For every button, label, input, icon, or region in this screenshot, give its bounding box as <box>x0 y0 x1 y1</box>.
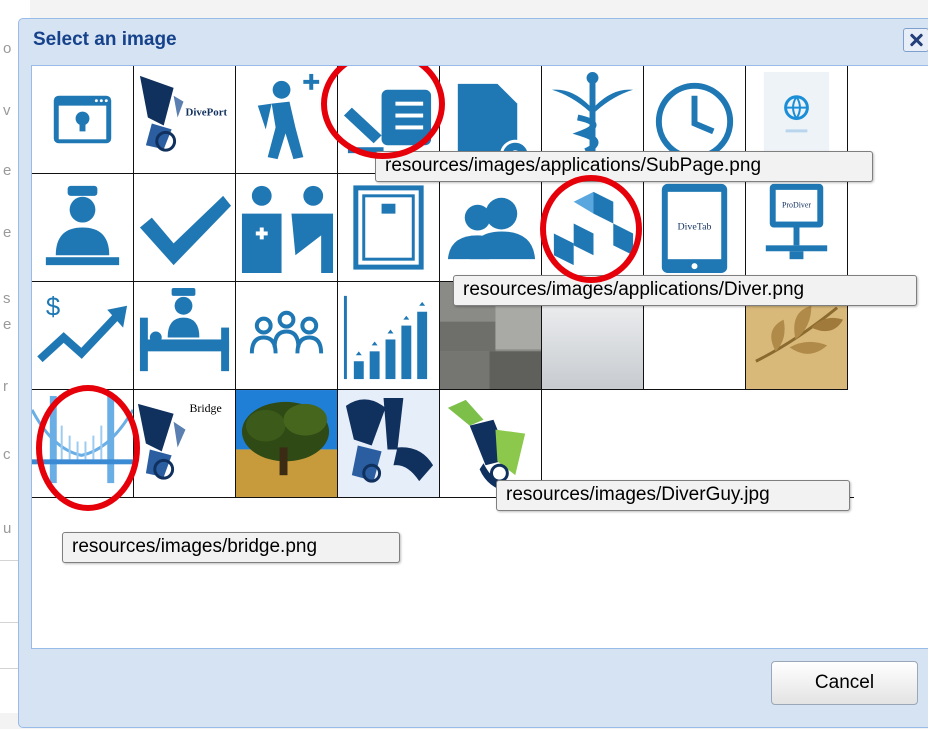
cancel-button[interactable]: Cancel <box>771 661 918 705</box>
doctor-patient-icon <box>241 185 334 274</box>
tree-icon <box>236 390 337 497</box>
image-cell-doctor-patient[interactable] <box>236 174 338 282</box>
image-cell-web-page[interactable] <box>32 66 134 174</box>
image-cell-device-panel[interactable] <box>338 174 440 282</box>
image-cell-bridge[interactable] <box>32 390 134 498</box>
svg-text:$: $ <box>46 294 60 322</box>
image-cell-prodiver[interactable]: ProDiver <box>746 174 848 282</box>
tooltip-diver: resources/images/applications/Diver.png <box>453 275 917 306</box>
prodiver-label: ProDiver <box>782 201 811 210</box>
tooltip-diverguy: resources/images/DiverGuy.jpg <box>496 480 850 511</box>
tooltip-bridge: resources/images/bridge.png <box>62 532 400 563</box>
image-cell-patient-bed[interactable] <box>134 282 236 390</box>
hiker-plus-icon <box>257 73 320 160</box>
close-icon[interactable] <box>903 28 928 52</box>
image-cell-money-growth[interactable]: $ <box>32 282 134 390</box>
dialog-footer: Cancel <box>19 649 928 729</box>
diver-logo-icon: DivePort <box>139 75 228 152</box>
network-icon: ProDiver <box>765 183 828 260</box>
team-icon <box>249 310 324 354</box>
image-cell-diver-cubes[interactable] <box>542 174 644 282</box>
bridge-label: Bridge <box>189 401 221 415</box>
tooltip-subpage: resources/images/applications/SubPage.pn… <box>375 151 873 182</box>
image-cell-users[interactable] <box>440 174 542 282</box>
image-cell-nurse[interactable] <box>32 174 134 282</box>
diver-icon <box>345 397 434 483</box>
select-image-dialog: Select an image DivePort DiveTab ProDive… <box>18 18 928 728</box>
image-cell-checkmark[interactable] <box>134 174 236 282</box>
bridge-icon <box>32 390 133 497</box>
image-cell-tree-photo[interactable] <box>236 390 338 498</box>
image-cell-diveport[interactable]: DivePort <box>134 66 236 174</box>
diveport-label: DivePort <box>185 107 227 119</box>
dollar-trend-icon: $ <box>37 294 128 363</box>
cubes-icon <box>553 191 634 266</box>
divetab-label: DiveTab <box>678 221 712 232</box>
image-cell-hiker-add[interactable] <box>236 66 338 174</box>
hospital-bed-icon <box>139 287 230 372</box>
dialog-title: Select an image <box>33 29 177 50</box>
nurse-icon <box>45 185 120 266</box>
panel-icon <box>353 185 424 270</box>
browser-lightbulb-icon <box>53 95 112 144</box>
image-cell-team[interactable] <box>236 282 338 390</box>
users-icon <box>447 197 536 260</box>
diver-logo-icon: Bridge <box>137 401 222 480</box>
image-cell-bar-growth[interactable] <box>338 282 440 390</box>
image-cell-bridge-diver[interactable]: Bridge <box>134 390 236 498</box>
image-picker-panel: DivePort DiveTab ProDiver $ Bridge resou… <box>31 65 928 649</box>
checkmark-icon <box>139 195 232 266</box>
bar-chart-up-icon <box>343 295 428 380</box>
image-cell-divetab[interactable]: DiveTab <box>644 174 746 282</box>
image-cell-diver[interactable] <box>338 390 440 498</box>
tablet-icon: DiveTab <box>661 183 728 274</box>
